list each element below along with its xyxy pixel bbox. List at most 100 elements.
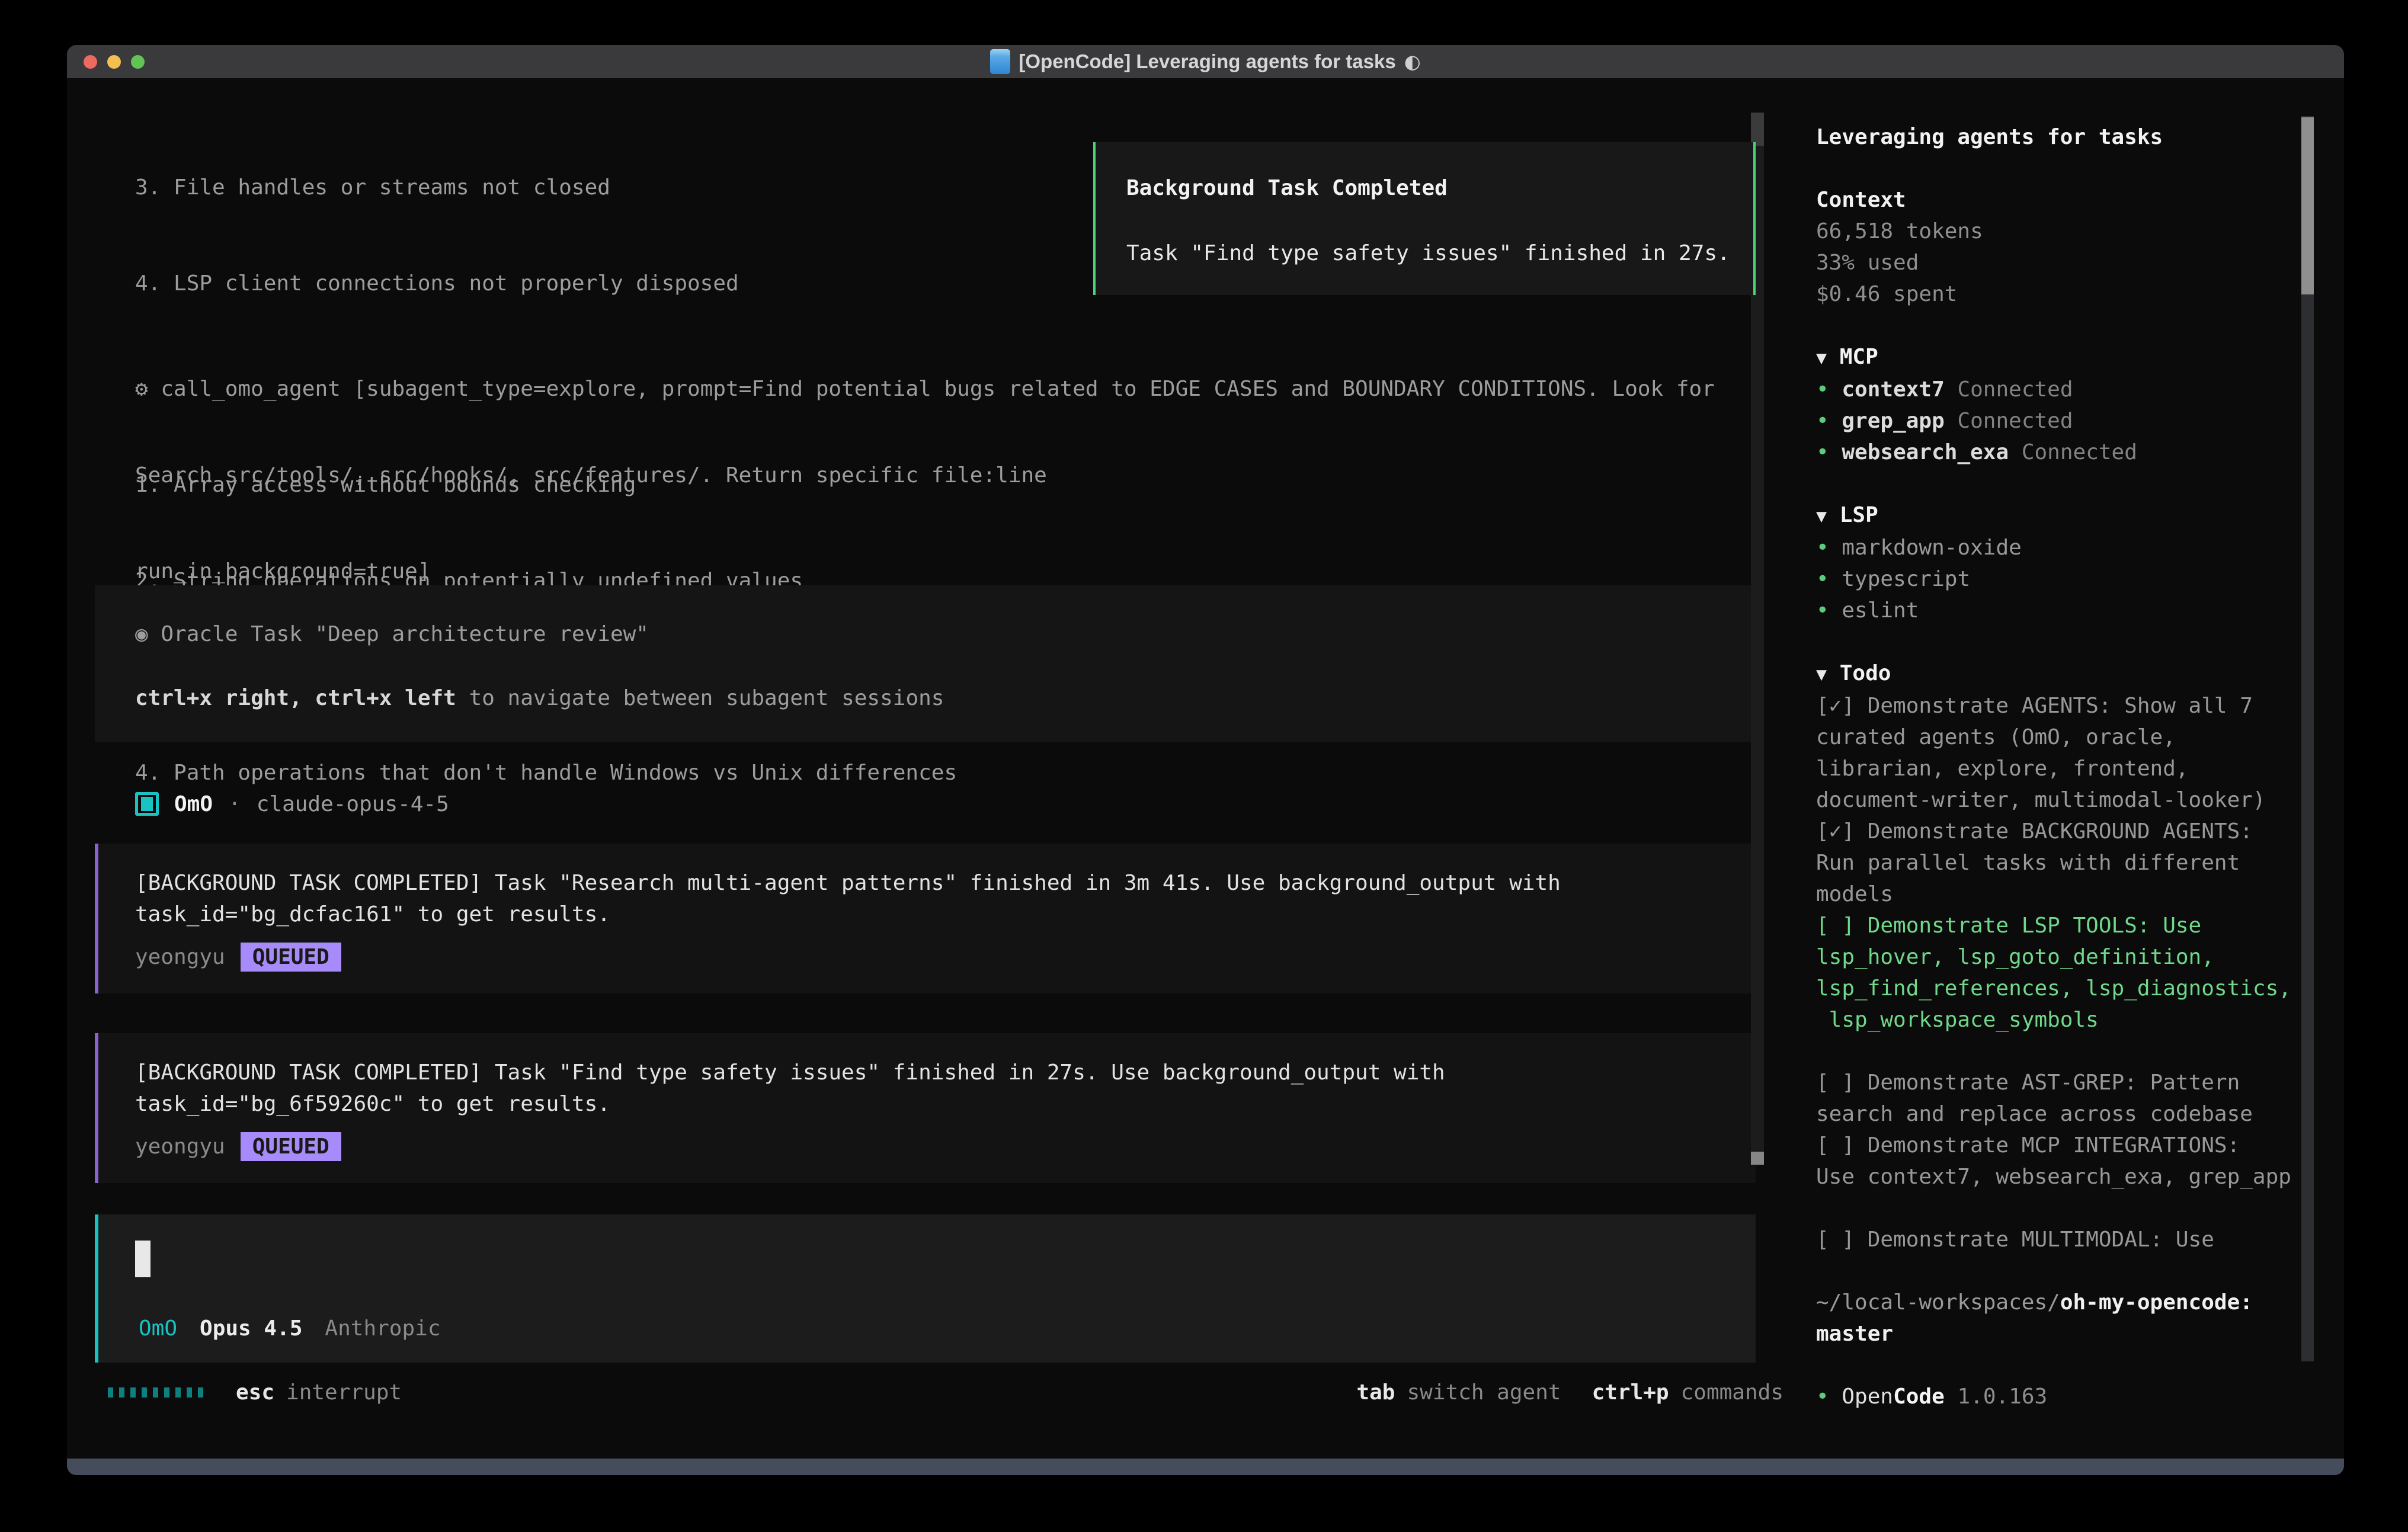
oracle-task-title-row: ◉ Oracle Task "Deep architecture review"	[135, 618, 1756, 650]
todo-item-done: [✓] Demonstrate BACKGROUND AGENTS: Run p…	[1816, 816, 2302, 910]
tab-key: tab	[1356, 1380, 1395, 1405]
traffic-lights	[84, 45, 145, 78]
input-provider-label: Anthropic	[325, 1316, 440, 1341]
commands-key: ctrl+p	[1592, 1380, 1669, 1405]
status-right: tab switch agent ctrl+p commands	[1356, 1380, 1783, 1405]
repo-name: oh-my-opencode:	[2060, 1290, 2253, 1315]
todo-item-pending: [ ] Demonstrate AST-GREP: Pattern search…	[1816, 1067, 2302, 1130]
todo-item-pending: [ ] Demonstrate MCP INTEGRATIONS: Use co…	[1816, 1130, 2302, 1193]
document-icon	[990, 49, 1010, 74]
git-branch: master	[1816, 1318, 2302, 1350]
toast-title: Background Task Completed	[1126, 175, 1753, 201]
mcp-item: • websearch_exa Connected	[1816, 437, 2302, 468]
terminal-content: 3. File handles or streams not closed 4.…	[67, 78, 2344, 1459]
message-user: yeongyu	[135, 945, 225, 969]
zoom-button[interactable]	[131, 55, 145, 69]
oracle-task-panel: ◉ Oracle Task "Deep architecture review"…	[95, 585, 1756, 742]
status-bar: esc interrupt tab switch agent ctrl+p co…	[67, 1378, 1789, 1406]
app-version: 1.0.163	[1957, 1384, 2047, 1409]
main-scrollbar-thumb[interactable]	[1751, 113, 1764, 146]
gear-icon: ⚙	[135, 377, 148, 401]
version-section: • OpenCode 1.0.163	[1816, 1381, 2302, 1412]
context-used: 33% used	[1816, 247, 2302, 278]
todo-item-done: [✓] Demonstrate AGENTS: Show all 7 curat…	[1816, 690, 2302, 816]
context-section: Context 66,518 tokens 33% used $0.46 spe…	[1816, 184, 2302, 310]
activity-spinner-icon	[108, 1387, 203, 1398]
input-footer: OmO Opus 4.5 Anthropic	[139, 1316, 441, 1341]
sidebar-content: Leveraging agents for tasks Context 66,5…	[1816, 121, 2302, 1412]
status-dot-icon: •	[1816, 536, 1829, 560]
window-title: [OpenCode] Leveraging agents for tasks	[1019, 50, 1395, 73]
mcp-item: • grep_app Connected	[1816, 405, 2302, 437]
lsp-item: • eslint	[1816, 595, 2302, 626]
titlebar[interactable]: [OpenCode] Leveraging agents for tasks ◐	[67, 45, 2344, 78]
commands-label: commands	[1681, 1380, 1783, 1405]
lsp-name: eslint	[1842, 598, 1919, 623]
queued-status-badge: QUEUED	[241, 1132, 341, 1161]
hint-rest: to navigate between subagent sessions	[456, 686, 944, 710]
mcp-section: ▼ MCP • context7 Connected • grep_app Co…	[1816, 341, 2302, 468]
opencode-window: [OpenCode] Leveraging agents for tasks ◐…	[67, 45, 2344, 1475]
tool-call-text: call_omo_agent [subagent_type=explore, p…	[161, 377, 1715, 401]
sidebar-scrollbar[interactable]	[2301, 116, 2314, 1361]
message-line: task_id="bg_dcfac161" to get results.	[135, 899, 1756, 930]
lsp-heading: LSP	[1840, 503, 1878, 527]
mcp-heading-row[interactable]: ▼ MCP	[1816, 341, 2302, 374]
esc-label: interrupt	[286, 1380, 402, 1405]
status-dot-icon: •	[1816, 409, 1829, 433]
mcp-item: • context7 Connected	[1816, 374, 2302, 405]
main-scrollbar-end[interactable]	[1751, 1152, 1764, 1165]
background-task-message: [BACKGROUND TASK COMPLETED] Task "Resear…	[95, 844, 1756, 993]
commands-hint: ctrl+p commands	[1592, 1380, 1783, 1405]
status-dot-icon: •	[1816, 440, 1829, 464]
window-bottom-edge	[67, 1459, 2344, 1475]
minimize-button[interactable]	[107, 55, 121, 69]
lsp-item: • markdown-oxide	[1816, 532, 2302, 563]
esc-hint: esc interrupt	[236, 1380, 402, 1405]
todo-item-active: [ ] Demonstrate LSP TOOLS: Use lsp_hover…	[1816, 910, 2302, 1036]
mcp-status: Connected	[1957, 409, 2073, 433]
sidebar-scrollbar-thumb[interactable]	[2301, 117, 2314, 294]
queued-status-badge: QUEUED	[241, 943, 341, 972]
session-title: Leveraging agents for tasks	[1816, 121, 2302, 153]
agent-omo-icon	[135, 792, 159, 816]
todo-item-pending: [ ] Demonstrate MULTIMODAL: Use	[1816, 1224, 2302, 1255]
todo-heading-row[interactable]: ▼ Todo	[1816, 658, 2302, 690]
terminal-line: 4. LSP client connections not properly d…	[135, 268, 1047, 300]
message-meta-row: yeongyu QUEUED	[135, 1130, 1756, 1162]
agent-name: OmO	[174, 792, 213, 816]
lsp-section: ▼ LSP • markdown-oxide • typescript • es…	[1816, 499, 2302, 626]
chevron-down-icon: ▼	[1816, 348, 1827, 368]
separator-dot: ·	[228, 792, 241, 816]
lsp-heading-row[interactable]: ▼ LSP	[1816, 499, 2302, 532]
tool-call-line: 1. Array access without bounds checking	[135, 469, 1715, 501]
mcp-name: websearch_exa	[1842, 440, 2009, 464]
oracle-task-title: Oracle Task "Deep architecture review"	[161, 622, 649, 646]
background-task-toast: Background Task Completed Task "Find typ…	[1093, 142, 1756, 295]
session-progress-icon: ◐	[1404, 50, 1421, 73]
input-model-label[interactable]: Opus 4.5	[200, 1316, 302, 1341]
prompt-input[interactable]: OmO Opus 4.5 Anthropic	[95, 1214, 1756, 1363]
message-meta-row: yeongyu QUEUED	[135, 941, 1756, 973]
close-button[interactable]	[84, 55, 97, 69]
terminal-line: 3. File handles or streams not closed	[135, 172, 1047, 204]
status-dot-icon: •	[1816, 567, 1829, 591]
message-user: yeongyu	[135, 1134, 225, 1159]
input-agent-label[interactable]: OmO	[139, 1316, 177, 1341]
toast-body: Task "Find type safety issues" finished …	[1126, 241, 1753, 267]
status-dot-icon: •	[1816, 377, 1829, 402]
todo-section: ▼ Todo [✓] Demonstrate AGENTS: Show all …	[1816, 658, 2302, 1255]
window-title-group: [OpenCode] Leveraging agents for tasks ◐	[990, 49, 1420, 74]
app-version-row: • OpenCode 1.0.163	[1816, 1381, 2302, 1412]
mcp-heading: MCP	[1840, 345, 1878, 369]
agent-model: claude-opus-4-5	[257, 792, 449, 816]
workspace-section: ~/local-workspaces/oh-my-opencode: maste…	[1816, 1287, 2302, 1350]
agent-omo-icon-fill	[141, 797, 153, 811]
esc-key: esc	[236, 1380, 274, 1405]
mcp-name: grep_app	[1842, 409, 1944, 433]
status-dot-icon: •	[1816, 598, 1829, 623]
mcp-status: Connected	[1957, 377, 2073, 402]
context-tokens: 66,518 tokens	[1816, 216, 2302, 247]
tab-label: switch agent	[1407, 1380, 1561, 1405]
main-pane: 3. File handles or streams not closed 4.…	[67, 78, 1789, 1459]
